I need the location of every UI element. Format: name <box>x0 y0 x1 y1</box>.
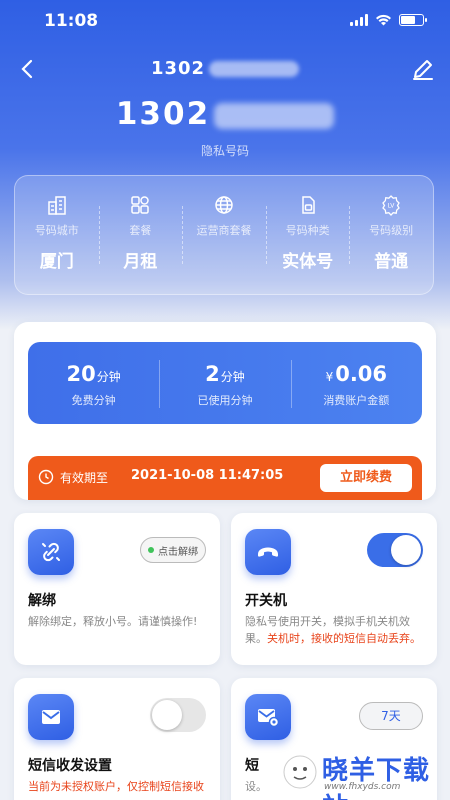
usage-number: 20 <box>66 362 96 386</box>
info-item-carrier: 运营商套餐 <box>182 176 266 294</box>
info-item-level: LV 号码级别 普通 <box>349 176 433 294</box>
cellular-signal-icon <box>350 14 368 26</box>
globe-icon <box>182 194 266 218</box>
level-badge-icon: LV <box>349 194 433 218</box>
usage-label: 消费账户金额 <box>323 394 390 407</box>
svg-text:LV: LV <box>388 203 396 210</box>
usage-value: 2分钟 <box>159 362 290 386</box>
info-item-plan: 套餐 月租 <box>98 176 183 294</box>
status-dot <box>148 547 154 553</box>
usage-summary-card: 20分钟 免费分钟 2分钟 已使用分钟 ¥0.06 消费账户金额 <box>28 342 422 424</box>
sms-toggle[interactable] <box>150 698 206 732</box>
unbind-card: 点击解绑 解绑 解除绑定，释放小号。请谨慎操作! <box>14 513 220 665</box>
info-label: 号码级别 <box>369 224 414 237</box>
pencil-icon <box>413 60 433 80</box>
sms-description: 当前为未授权账户，仅控制短信接收 <box>28 778 208 795</box>
wifi-icon <box>376 14 391 26</box>
masked-digits <box>214 102 335 129</box>
status-time: 11:08 <box>44 11 99 31</box>
toggle-knob <box>391 535 421 565</box>
power-card: 开关机 隐私号使用开关，模拟手机关机效果。关机时，接收的短信自动丢弃。 <box>231 513 437 665</box>
usage-used-minutes: 2分钟 已使用分钟 <box>159 342 290 424</box>
info-item-type: 号码种类 实体号 <box>265 176 350 294</box>
usage-unit: 分钟 <box>96 370 121 384</box>
power-toggle[interactable] <box>367 533 423 567</box>
info-value: 普通 <box>374 252 409 272</box>
envelope-settings-icon <box>245 694 291 740</box>
watermark-url: www.fhxyds.com <box>324 782 401 792</box>
building-icon <box>15 194 99 218</box>
renew-button[interactable]: 立即续费 <box>320 464 412 492</box>
days-selector[interactable]: 7天 <box>359 702 423 730</box>
sms-warning: 当前为未授权账户，仅控制短信接收 <box>28 780 204 793</box>
watermark-text: 晓羊下载站 <box>322 756 431 800</box>
privacy-number: 1302 <box>0 96 450 132</box>
usage-panel: 20分钟 免费分钟 2分钟 已使用分钟 ¥0.06 消费账户金额 有效期至 20… <box>14 322 436 500</box>
info-item-city: 号码城市 厦门 <box>15 176 99 294</box>
usage-number: 0.06 <box>335 362 388 386</box>
usage-free-minutes: 20分钟 免费分钟 <box>28 342 159 424</box>
sms-settings-card: 短信收发设置 当前为未授权账户，仅控制短信接收 <box>14 678 220 800</box>
edit-button[interactable] <box>410 56 438 84</box>
unbind-title: 解绑 <box>28 593 56 609</box>
info-label: 号码种类 <box>285 224 330 237</box>
page-title-text: 1302 <box>150 58 206 79</box>
power-title: 开关机 <box>245 593 287 609</box>
usage-value: ¥0.06 <box>291 362 422 386</box>
info-label: 运营商套餐 <box>196 224 252 237</box>
info-label: 套餐 <box>129 224 152 237</box>
privacy-number-prefix: 130 <box>115 96 187 132</box>
info-value: 月租 <box>123 252 158 272</box>
info-value: 实体号 <box>282 252 334 272</box>
grid-icon <box>99 194 183 218</box>
nav-bar: 1302 <box>0 52 450 88</box>
unbind-button-label: 点击解绑 <box>158 546 198 558</box>
page-title: 1302 <box>0 58 450 79</box>
info-value: 厦门 <box>39 252 74 272</box>
validity-label: 有效期至 <box>60 471 109 485</box>
envelope-icon <box>28 694 74 740</box>
usage-label: 已使用分钟 <box>197 394 253 407</box>
usage-unit: 分钟 <box>220 370 245 384</box>
number-info-card: 号码城市 厦门 套餐 月租 运营商套餐 号码种类 实体号 LV 号码级别 普通 <box>14 175 434 295</box>
masked-digits <box>209 61 300 77</box>
sim-card-icon <box>266 194 350 218</box>
sms-title: 短信收发设置 <box>28 758 112 774</box>
watermark-logo: 晓羊下载站 www.fhxyds.com <box>278 748 448 800</box>
unbind-description: 解除绑定，释放小号。请谨慎操作! <box>28 615 198 628</box>
phone-hangup-icon <box>245 529 291 575</box>
usage-value: 20分钟 <box>28 362 159 386</box>
clock-icon <box>38 469 54 485</box>
power-warning: 关机时，接收的短信自动丢弃。 <box>267 632 421 645</box>
toggle-knob <box>152 700 182 730</box>
unlink-icon <box>28 529 74 575</box>
sheep-logo-icon <box>283 755 317 789</box>
power-description: 隐私号使用开关，模拟手机关机效果。关机时，接收的短信自动丢弃。 <box>245 613 425 647</box>
usage-spent-amount: ¥0.06 消费账户金额 <box>290 342 422 424</box>
status-bar: 11:08 <box>0 0 450 44</box>
currency-symbol: ¥ <box>325 370 334 384</box>
validity-bar: 有效期至 2021-10-08 11:47:05 立即续费 <box>28 456 422 500</box>
sms-forward-title: 短 <box>245 758 259 774</box>
privacy-number-suffix: 2 <box>186 96 211 132</box>
status-icons <box>350 14 427 26</box>
usage-label: 免费分钟 <box>71 394 116 407</box>
validity-date: 2021-10-08 11:47:05 <box>131 468 284 483</box>
info-label: 号码城市 <box>34 224 79 237</box>
usage-number: 2 <box>205 362 220 386</box>
privacy-number-caption: 隐私号码 <box>200 144 249 158</box>
unbind-button[interactable]: 点击解绑 <box>140 537 206 563</box>
battery-icon <box>399 14 427 26</box>
